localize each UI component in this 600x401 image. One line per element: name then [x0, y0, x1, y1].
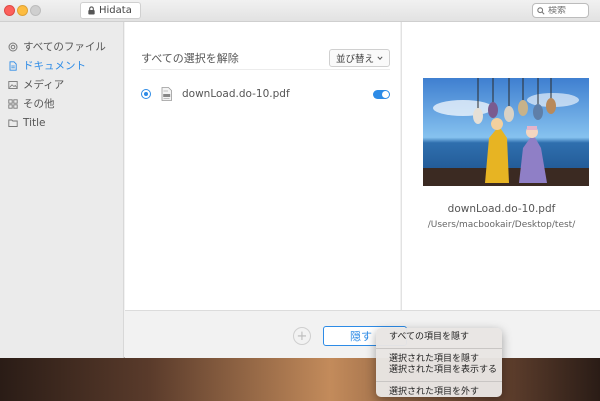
preview-thumbnail	[423, 78, 589, 186]
app-title: Hidata	[99, 5, 132, 16]
document-icon	[9, 60, 17, 71]
context-menu: すべての項目を隠す 選択された項目を隠す 選択された項目を表示する 選択された項…	[376, 328, 502, 397]
sidebar-item-documents[interactable]: ドキュメント	[0, 56, 123, 75]
folder-icon	[8, 119, 18, 127]
maximize-window-button[interactable]	[30, 5, 41, 16]
sidebar-item-label: メディア	[23, 79, 65, 91]
preview-file-path: /Users/macbookair/Desktop/test/	[427, 220, 576, 230]
sidebar-item-label: その他	[23, 98, 55, 110]
sidebar-item-title[interactable]: Title	[0, 113, 123, 132]
search-icon	[537, 6, 545, 15]
deselect-all-button[interactable]: すべての選択を解除	[141, 50, 239, 66]
menu-item-show-selected[interactable]: 選択された項目を表示する	[376, 365, 502, 376]
file-row[interactable]: downLoad.do-10.pdf	[141, 84, 390, 104]
menu-item-hide-all[interactable]: すべての項目を隠す	[376, 332, 502, 343]
search-box[interactable]	[532, 3, 589, 18]
sidebar-item-media[interactable]: メディア	[0, 75, 123, 94]
preview-panel: downLoad.do-10.pdf /Users/macbookair/Des…	[401, 22, 600, 310]
other-icon	[8, 98, 18, 109]
all-files-icon	[8, 42, 18, 51]
hide-toggle-switch[interactable]	[373, 89, 390, 99]
menu-item-remove-selected[interactable]: 選択された項目を外す	[376, 387, 502, 398]
file-name: downLoad.do-10.pdf	[182, 88, 290, 100]
sidebar-item-all-files[interactable]: すべてのファイル	[0, 37, 123, 56]
file-select-radio[interactable]	[141, 89, 151, 99]
search-input[interactable]	[548, 5, 586, 16]
sidebar-item-other[interactable]: その他	[0, 94, 123, 113]
menu-separator	[376, 381, 502, 382]
preview-file-name: downLoad.do-10.pdf	[447, 203, 556, 215]
sidebar: すべてのファイル ドキュメント メディア その他 Title	[0, 22, 124, 358]
app-title-tab: Hidata	[80, 2, 141, 19]
sidebar-item-label: Title	[23, 116, 46, 129]
app-window: Hidata すべてのファイル ドキュメント	[0, 0, 600, 358]
sort-label: 並び替え	[335, 53, 374, 65]
close-window-button[interactable]	[4, 5, 15, 16]
add-file-button[interactable]: +	[293, 327, 311, 345]
title-bar: Hidata	[0, 0, 600, 22]
pdf-file-icon	[161, 87, 172, 101]
sidebar-item-label: すべてのファイル	[23, 41, 106, 53]
chevron-down-icon	[377, 55, 383, 60]
minimize-window-button[interactable]	[17, 5, 28, 16]
menu-separator	[376, 348, 502, 349]
desktop-wallpaper	[0, 356, 600, 401]
menu-item-hide-selected[interactable]: 選択された項目を隠す	[376, 354, 502, 365]
file-list-panel: すべての選択を解除 並び替え downLoad.do-10.pdf	[125, 22, 400, 310]
bottom-action-bar: + 隠す	[125, 310, 600, 358]
sidebar-item-label: ドキュメント	[23, 60, 86, 72]
sort-dropdown[interactable]: 並び替え	[328, 48, 390, 67]
media-icon	[8, 80, 18, 89]
list-toolbar: すべての選択を解除 並び替え	[141, 48, 390, 70]
lock-icon	[88, 6, 95, 15]
